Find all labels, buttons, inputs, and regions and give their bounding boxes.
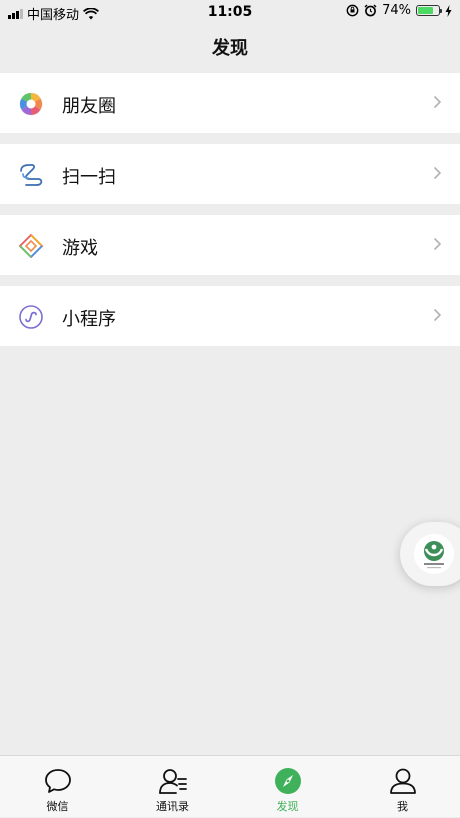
chat-bubble-icon bbox=[45, 769, 71, 793]
charging-icon bbox=[445, 4, 452, 17]
lock-rotation-icon bbox=[346, 4, 359, 17]
status-bar-right: 74% bbox=[346, 3, 452, 18]
tab-chats[interactable]: 微信 bbox=[0, 756, 115, 818]
menu-label-games: 游戏 bbox=[62, 238, 98, 259]
menu-item-mini-programs[interactable]: 小程序 bbox=[0, 286, 460, 346]
page-title: 发现 bbox=[212, 38, 248, 59]
chevron-right-icon bbox=[433, 166, 442, 180]
contacts-icon bbox=[159, 769, 187, 794]
status-bar: 中国移动 11:05 74% bbox=[0, 0, 460, 24]
compass-icon bbox=[275, 768, 301, 794]
menu-label-mini-programs: 小程序 bbox=[62, 309, 116, 330]
tab-me[interactable]: 我 bbox=[345, 756, 460, 818]
battery-fill bbox=[418, 7, 433, 14]
menu-label-moments: 朋友圈 bbox=[62, 96, 116, 117]
tab-discover[interactable]: 发现 bbox=[230, 756, 345, 818]
moments-icon bbox=[19, 92, 43, 116]
floating-assistive-button[interactable] bbox=[400, 522, 460, 586]
battery-percent: 74% bbox=[382, 3, 411, 18]
tab-label-chats: 微信 bbox=[46, 800, 69, 813]
tab-label-discover: 发现 bbox=[276, 800, 299, 813]
tab-contacts[interactable]: 通讯录 bbox=[115, 756, 230, 818]
menu-item-scan[interactable]: 扫一扫 bbox=[0, 144, 460, 204]
chevron-right-icon bbox=[433, 95, 442, 109]
games-icon bbox=[18, 233, 44, 259]
tab-bar: 微信 通讯录 发现 我 bbox=[0, 755, 460, 817]
floating-app-logo-icon bbox=[414, 534, 454, 574]
battery-icon bbox=[416, 5, 442, 16]
tab-label-contacts: 通讯录 bbox=[156, 800, 189, 813]
person-icon bbox=[390, 768, 416, 794]
menu-item-moments[interactable]: 朋友圈 bbox=[0, 73, 460, 133]
menu-label-scan: 扫一扫 bbox=[62, 167, 116, 188]
tab-label-me: 我 bbox=[397, 800, 408, 813]
alarm-icon bbox=[364, 4, 377, 17]
mini-programs-icon bbox=[19, 305, 43, 329]
chevron-right-icon bbox=[433, 308, 442, 322]
menu-item-games[interactable]: 游戏 bbox=[0, 215, 460, 275]
scan-icon bbox=[20, 164, 43, 186]
chevron-right-icon bbox=[433, 237, 442, 251]
